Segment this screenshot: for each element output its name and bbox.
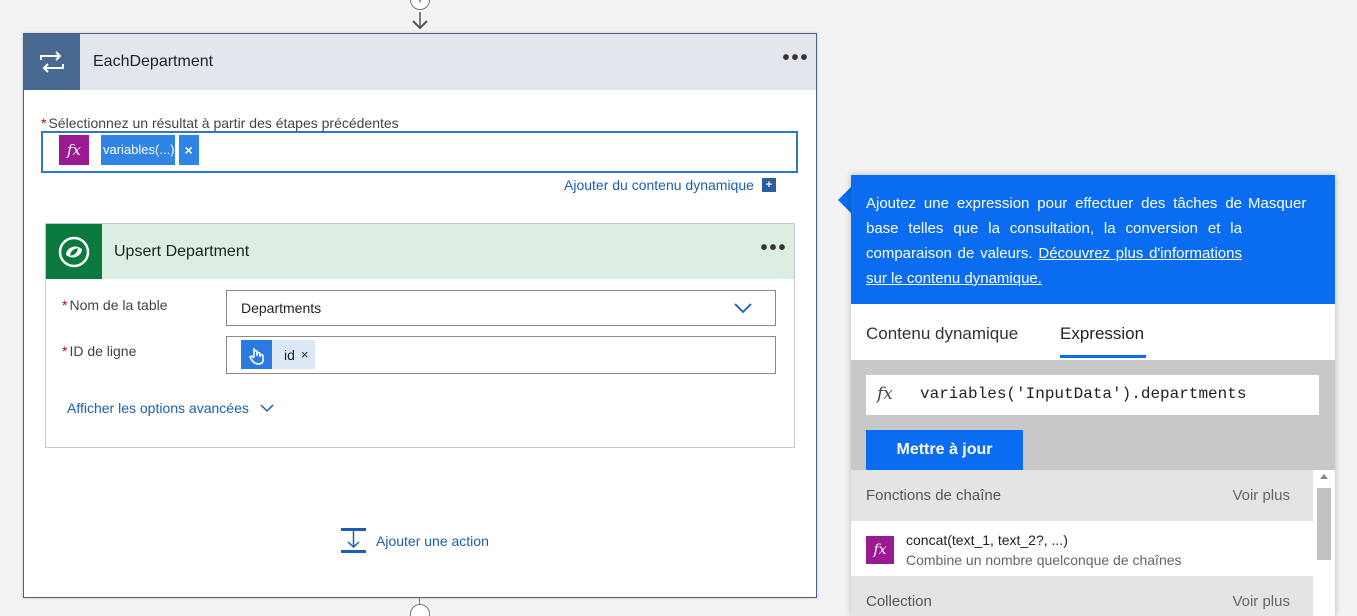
add-dynamic-content-link[interactable]: Ajouter du contenu dynamique +	[564, 177, 776, 193]
function-list-scrollbar[interactable]	[1313, 470, 1335, 616]
add-action-icon[interactable]	[340, 527, 367, 554]
insert-step-button[interactable]: +	[410, 0, 430, 10]
row-id-label-text: ID de ligne	[69, 343, 137, 359]
fx-icon: fx	[59, 135, 89, 165]
scroll-thumb[interactable]	[1317, 488, 1331, 560]
insert-step-circle[interactable]	[410, 604, 430, 616]
show-advanced-options-text[interactable]: Afficher les options avancées	[67, 400, 249, 416]
id-token-label: id	[284, 346, 295, 363]
loop-icon	[24, 34, 80, 90]
tab-expression[interactable]: Expression	[1060, 324, 1144, 344]
action-header[interactable]: Upsert Department •••	[46, 224, 794, 279]
more-options-icon[interactable]: •••	[776, 48, 816, 71]
top-connector: +	[405, 0, 435, 32]
scroll-up-icon[interactable]	[1320, 474, 1328, 479]
panel-tabs: Contenu dynamique Expression	[851, 304, 1335, 360]
card-header[interactable]: EachDepartment •••	[24, 34, 816, 90]
section-collection: Collection Voir plus	[851, 576, 1313, 616]
manual-trigger-icon	[241, 340, 272, 369]
card-title[interactable]: EachDepartment	[93, 53, 776, 71]
row-id-input[interactable]: id ×	[226, 336, 776, 374]
token-label[interactable]: variables(...)	[101, 135, 175, 165]
active-tab-indicator	[1060, 355, 1146, 358]
select-output-label-text: Sélectionnez un résultat à partir des ét…	[48, 115, 399, 131]
update-button[interactable]: Mettre à jour	[866, 430, 1023, 470]
add-icon[interactable]: +	[761, 178, 776, 192]
select-output-label: * Sélectionnez un résultat à partir des é…	[41, 115, 399, 131]
add-dynamic-content-text[interactable]: Ajouter du contenu dynamique	[564, 177, 754, 193]
table-name-label: * Nom de la table	[62, 297, 168, 313]
panel-description: Ajoutez une expression pour effectuer de…	[866, 191, 1242, 291]
required-mark: *	[62, 343, 68, 359]
chevron-down-icon[interactable]	[259, 403, 275, 413]
function-name[interactable]: concat(text_1, text_2?, ...)	[906, 532, 1068, 548]
add-action-button[interactable]: Ajouter une action	[340, 527, 489, 554]
function-item-concat[interactable]: fx concat(text_1, text_2?, ...) Combine …	[851, 521, 1313, 576]
chevron-down-icon[interactable]	[733, 301, 753, 315]
expression-editor-area: fx variables('InputData').departments Me…	[851, 360, 1335, 470]
section-title: Fonctions de chaîne	[866, 487, 1002, 504]
required-mark: *	[41, 115, 47, 131]
fx-icon: fx	[877, 384, 893, 404]
section-title: Collection	[866, 593, 932, 610]
remove-token-button[interactable]: ×	[178, 135, 199, 165]
tab-dynamic-content[interactable]: Contenu dynamique	[866, 324, 1018, 344]
add-action-label[interactable]: Ajouter une action	[376, 533, 489, 549]
section-string-functions: Fonctions de chaîne Voir plus	[851, 470, 1313, 521]
dynamic-content-panel: Ajoutez une expression pour effectuer de…	[851, 175, 1335, 616]
expression-token[interactable]: fx variables(...) ×	[59, 135, 199, 165]
row-id-label: * ID de ligne	[62, 343, 136, 359]
panel-info: Ajoutez une expression pour effectuer de…	[851, 175, 1335, 304]
expression-text[interactable]: variables('InputData').departments	[920, 385, 1246, 403]
fx-icon: fx	[866, 536, 894, 564]
function-description: Combine un nombre quelconque de chaînes	[906, 552, 1182, 568]
table-name-dropdown[interactable]: Departments	[226, 290, 776, 326]
panel-pointer	[838, 186, 852, 214]
required-mark: *	[62, 297, 68, 313]
table-name-value: Departments	[241, 300, 322, 316]
action-more-options-icon[interactable]: •••	[754, 238, 794, 261]
expression-input[interactable]: fx variables('InputData').departments	[866, 375, 1319, 415]
arrow-down-icon	[412, 12, 428, 30]
id-token[interactable]: id ×	[241, 340, 315, 369]
see-more-link[interactable]: Voir plus	[1232, 487, 1290, 504]
bottom-connector[interactable]	[410, 598, 430, 616]
see-more-link[interactable]: Voir plus	[1232, 593, 1290, 610]
action-title[interactable]: Upsert Department	[114, 243, 754, 261]
select-output-input[interactable]: fx variables(...) ×	[41, 131, 798, 173]
table-name-label-text: Nom de la table	[69, 297, 168, 313]
hide-panel-button[interactable]: Masquer	[1248, 191, 1306, 216]
remove-token-button[interactable]: ×	[301, 347, 315, 362]
show-advanced-options-link[interactable]: Afficher les options avancées	[67, 400, 275, 416]
dataverse-icon	[46, 224, 102, 279]
upsert-department-card: Upsert Department ••• * Nom de la table D…	[45, 223, 795, 448]
function-list: Fonctions de chaîne Voir plus fx concat(…	[851, 470, 1313, 616]
apply-to-each-card: EachDepartment ••• * Sélectionnez un résu…	[23, 33, 817, 598]
